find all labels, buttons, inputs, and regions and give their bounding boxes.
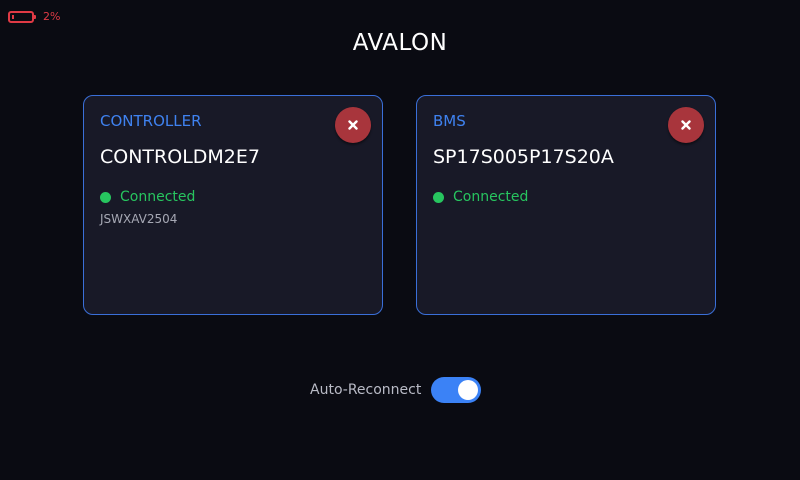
bms-card: BMS SP17S005P17S20A Connected <box>416 95 716 315</box>
status-dot-icon <box>433 191 444 203</box>
disconnect-bms-button[interactable] <box>668 107 704 143</box>
connection-status: Connected <box>100 189 195 205</box>
device-name: CONTROLDM2E7 <box>100 146 260 168</box>
battery-percent: 2% <box>43 10 61 23</box>
status-dot-icon <box>100 191 111 203</box>
battery-indicator: 2% <box>8 10 60 23</box>
close-icon <box>348 120 358 130</box>
auto-reconnect-toggle[interactable] <box>431 377 482 403</box>
battery-level <box>12 14 14 19</box>
status-text: Connected <box>453 189 529 205</box>
battery-low-icon <box>8 10 36 23</box>
toggle-knob <box>458 380 479 400</box>
controller-card: CONTROLLER CONTROLDM2E7 Connected JSWXAV… <box>83 95 383 315</box>
card-label: BMS <box>433 112 466 130</box>
device-name: SP17S005P17S20A <box>433 146 614 168</box>
connection-status: Connected <box>433 189 528 205</box>
auto-reconnect-row: Auto-Reconnect <box>310 376 482 404</box>
close-icon <box>681 120 691 130</box>
app-screen: 2% AVALON CONTROLLER CONTROLDM2E7 Connec… <box>0 0 800 480</box>
disconnect-controller-button[interactable] <box>335 107 371 143</box>
card-label: CONTROLLER <box>100 112 202 130</box>
auto-reconnect-label: Auto-Reconnect <box>310 382 422 398</box>
page-title: AVALON <box>352 30 448 56</box>
device-detail: JSWXAV2504 <box>100 212 178 226</box>
status-text: Connected <box>120 189 196 205</box>
